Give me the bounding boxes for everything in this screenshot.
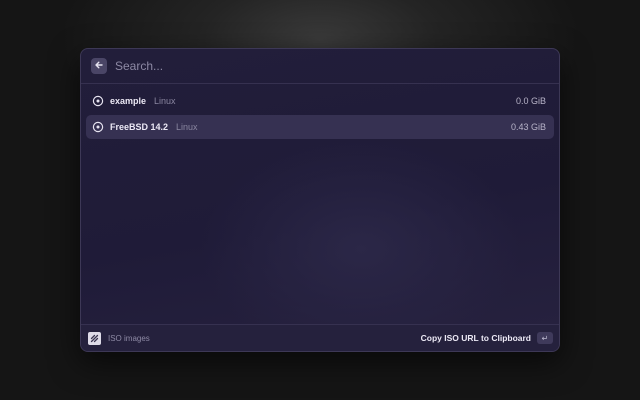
item-size: 0.43 GiB xyxy=(510,122,546,132)
disc-icon xyxy=(92,121,104,133)
list-item[interactable]: example Linux 0.0 GiB xyxy=(86,89,554,113)
disc-icon xyxy=(92,95,104,107)
back-button[interactable] xyxy=(91,58,107,74)
primary-action-button[interactable]: Copy ISO URL to Clipboard xyxy=(421,333,531,343)
list-item-selected[interactable]: FreeBSD 14.2 Linux 0.43 GiB xyxy=(86,115,554,139)
item-title: example xyxy=(110,96,147,106)
results-list: example Linux 0.0 GiB FreeBSD 14.2 Linux… xyxy=(86,89,554,141)
item-title: FreeBSD 14.2 xyxy=(110,122,169,132)
item-size: 0.0 GiB xyxy=(515,96,546,106)
arrow-left-icon xyxy=(94,57,104,75)
return-key-icon[interactable]: ↵ xyxy=(537,332,553,344)
search-bar xyxy=(81,49,559,84)
item-subtitle: Linux xyxy=(154,96,176,106)
launcher-window: example Linux 0.0 GiB FreeBSD 14.2 Linux… xyxy=(80,48,560,352)
search-input[interactable] xyxy=(115,56,515,76)
item-subtitle: Linux xyxy=(176,122,198,132)
action-bar: ISO images Copy ISO URL to Clipboard ↵ xyxy=(81,324,559,351)
extension-logo-icon xyxy=(88,331,101,345)
extension-name: ISO images xyxy=(108,333,150,343)
